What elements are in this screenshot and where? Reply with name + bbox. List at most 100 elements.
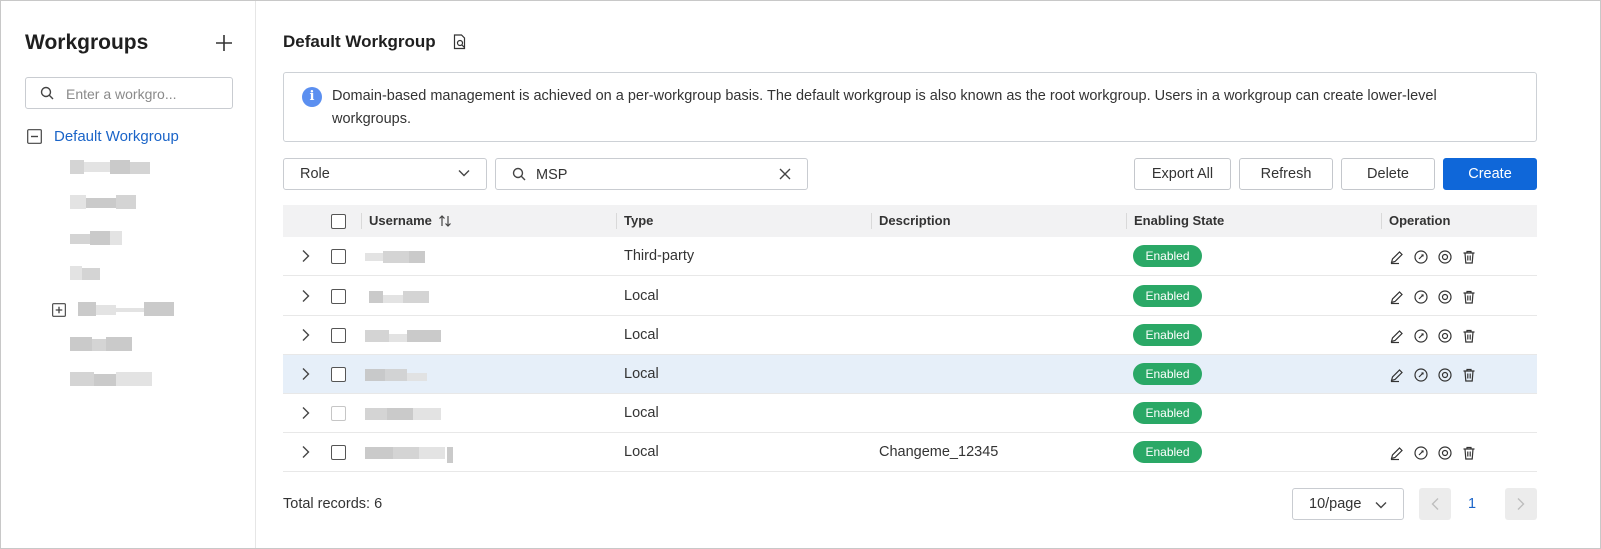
- tree-child-item[interactable]: [70, 195, 136, 209]
- tree-child-item[interactable]: [70, 160, 150, 174]
- tree-child-item[interactable]: [78, 302, 174, 316]
- user-search[interactable]: [495, 158, 808, 190]
- edit-icon[interactable]: [1389, 445, 1405, 461]
- edit-icon[interactable]: [1389, 289, 1405, 305]
- redacted-text: [130, 162, 150, 174]
- redacted-username: [365, 251, 425, 263]
- settings-icon[interactable]: [1437, 367, 1453, 383]
- row-checkbox[interactable]: [331, 445, 346, 460]
- search-icon: [512, 167, 526, 181]
- sort-icon[interactable]: [438, 214, 452, 228]
- column-divider: [1381, 213, 1382, 229]
- table-row[interactable]: Local Enabled: [283, 277, 1537, 316]
- settings-icon[interactable]: [1437, 328, 1453, 344]
- trash-icon[interactable]: [1461, 249, 1477, 265]
- row-checkbox[interactable]: [331, 249, 346, 264]
- tree-child-item[interactable]: [70, 372, 152, 386]
- redacted-username: [365, 369, 427, 381]
- select-all-checkbox[interactable]: [331, 214, 346, 229]
- redacted-text: [110, 160, 130, 174]
- redacted-text: [90, 231, 110, 245]
- next-page-button[interactable]: [1505, 488, 1537, 520]
- redacted-text: [116, 195, 136, 209]
- key-icon[interactable]: [1413, 289, 1429, 305]
- edit-icon[interactable]: [1389, 249, 1405, 265]
- info-icon: i: [302, 87, 322, 107]
- tree-item-default-workgroup[interactable]: Default Workgroup: [27, 126, 179, 146]
- key-icon[interactable]: [1413, 445, 1429, 461]
- table-row[interactable]: Local Enabled: [283, 316, 1537, 355]
- role-select[interactable]: Role: [283, 158, 487, 190]
- redacted-text: [92, 339, 106, 351]
- table-row[interactable]: Local Changeme_12345 Enabled: [283, 433, 1537, 472]
- redacted-text: [116, 372, 152, 386]
- table-row[interactable]: Local Enabled: [283, 355, 1537, 394]
- column-header-username[interactable]: Username: [369, 213, 432, 228]
- chevron-right-icon[interactable]: [301, 249, 311, 263]
- page-number[interactable]: 1: [1468, 496, 1476, 512]
- trash-icon[interactable]: [1461, 367, 1477, 383]
- edit-icon[interactable]: [1389, 328, 1405, 344]
- cell-type: Local: [624, 288, 659, 304]
- chevron-right-icon[interactable]: [301, 367, 311, 381]
- chevron-right-icon[interactable]: [301, 328, 311, 342]
- plus-icon[interactable]: [214, 33, 234, 53]
- column-divider: [361, 213, 362, 229]
- redacted-username: [365, 408, 441, 420]
- column-header-description: Description: [879, 213, 951, 228]
- redacted-text: [110, 231, 122, 245]
- tree-child-item[interactable]: [70, 231, 122, 245]
- redacted-text: [106, 337, 132, 351]
- row-checkbox[interactable]: [331, 367, 346, 382]
- table-row[interactable]: Third-party Enabled: [283, 237, 1537, 276]
- status-badge: Enabled: [1133, 402, 1202, 424]
- page-size-select[interactable]: 10/page: [1292, 488, 1404, 520]
- workgroup-search[interactable]: [25, 77, 233, 109]
- prev-page-button[interactable]: [1419, 488, 1451, 520]
- table-row[interactable]: Local Enabled: [283, 394, 1537, 433]
- redacted-text: [144, 302, 174, 316]
- chevron-right-icon[interactable]: [301, 445, 311, 459]
- key-icon[interactable]: [1413, 249, 1429, 265]
- status-badge: Enabled: [1133, 363, 1202, 385]
- user-search-input[interactable]: [536, 165, 756, 185]
- export-all-button[interactable]: Export All: [1134, 158, 1231, 190]
- total-records: Total records: 6: [283, 496, 383, 512]
- cell-description: Changeme_12345: [879, 444, 999, 460]
- page-size-value: 10/page: [1309, 496, 1362, 512]
- tree-child-item[interactable]: [70, 337, 132, 351]
- redacted-text: [94, 374, 116, 386]
- chevron-left-icon: [1431, 498, 1439, 510]
- cell-type: Local: [624, 366, 659, 382]
- edit-icon[interactable]: [1389, 367, 1405, 383]
- create-button[interactable]: Create: [1443, 158, 1537, 190]
- trash-icon[interactable]: [1461, 328, 1477, 344]
- chevron-right-icon[interactable]: [301, 289, 311, 303]
- redacted-text: [86, 198, 116, 208]
- redacted-text: [70, 266, 82, 280]
- tree-child-item[interactable]: [70, 266, 100, 280]
- column-header-operation: Operation: [1389, 213, 1451, 228]
- row-checkbox[interactable]: [331, 328, 346, 343]
- key-icon[interactable]: [1413, 328, 1429, 344]
- settings-icon[interactable]: [1437, 445, 1453, 461]
- trash-icon[interactable]: [1461, 445, 1477, 461]
- settings-icon[interactable]: [1437, 289, 1453, 305]
- chevron-right-icon[interactable]: [301, 406, 311, 420]
- collapse-icon[interactable]: [27, 128, 42, 144]
- row-checkbox[interactable]: [331, 289, 346, 304]
- delete-button[interactable]: Delete: [1341, 158, 1435, 190]
- status-badge: Enabled: [1133, 285, 1202, 307]
- clear-icon[interactable]: [779, 168, 791, 180]
- key-icon[interactable]: [1413, 367, 1429, 383]
- trash-icon[interactable]: [1461, 289, 1477, 305]
- expand-icon[interactable]: [52, 303, 66, 317]
- column-divider: [1126, 213, 1127, 229]
- settings-icon[interactable]: [1437, 249, 1453, 265]
- cell-type: Local: [624, 444, 659, 460]
- refresh-button[interactable]: Refresh: [1239, 158, 1333, 190]
- column-header-enabling-state: Enabling State: [1134, 213, 1225, 228]
- doc-search-icon[interactable]: [453, 34, 467, 50]
- workgroup-search-input[interactable]: [66, 84, 226, 104]
- sidebar-title: Workgroups: [25, 31, 149, 54]
